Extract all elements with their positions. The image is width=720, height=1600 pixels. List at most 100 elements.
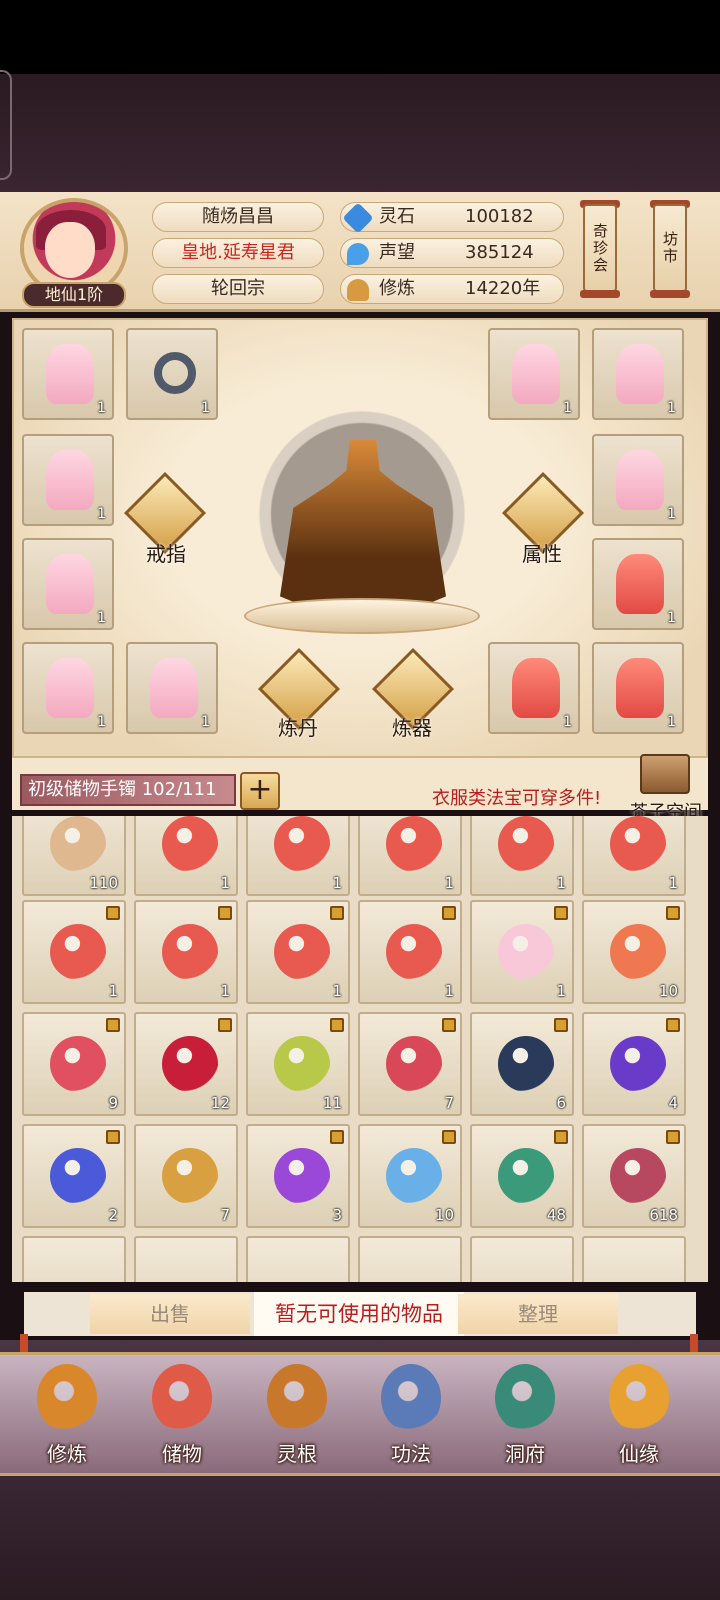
player-title[interactable]: 皇地.延寿星君 — [152, 238, 324, 268]
equip-hint: 衣服类法宝可穿多件! — [432, 788, 602, 809]
lock-icon — [666, 1018, 680, 1032]
meditation-icon — [37, 1364, 97, 1432]
sort-button[interactable]: 整理 — [458, 1294, 618, 1334]
slot-count: 1 — [201, 714, 210, 730]
stat-cultivation: 修炼 14220年 — [340, 274, 564, 304]
inventory-slot-empty[interactable] — [470, 1236, 574, 1282]
slot-count: 1 — [667, 610, 676, 626]
item-icon — [50, 924, 106, 980]
attribute-button-label[interactable]: 属性 — [522, 538, 562, 567]
inventory-slot[interactable]: 1 — [134, 816, 238, 896]
inventory-slot[interactable]: 1 — [22, 900, 126, 1004]
slot-count: 1 — [201, 400, 210, 416]
inventory-slot[interactable]: 3 — [246, 1124, 350, 1228]
nav-item-gourd[interactable]: 仙缘 — [584, 1360, 694, 1472]
sell-button[interactable]: 出售 — [90, 1294, 250, 1334]
inventory-slot[interactable]: 11 — [246, 1012, 350, 1116]
nav-label: 灵根 — [277, 1442, 317, 1466]
equip-slot[interactable]: 1 — [592, 328, 684, 420]
inventory-slot[interactable]: 1 — [470, 816, 574, 896]
inventory-slot[interactable]: 110 — [22, 816, 126, 896]
inventory-slot[interactable]: 12 — [134, 1012, 238, 1116]
lock-icon — [218, 906, 232, 920]
item-count: 10 — [434, 1206, 454, 1224]
equip-slot[interactable]: 1 — [22, 328, 114, 420]
treasure-hall-button[interactable]: 奇珍会 — [583, 204, 617, 292]
side-pull-tab[interactable] — [0, 70, 12, 180]
stat-value: 100182 — [465, 206, 534, 227]
inventory-grid[interactable]: 110 1 1 1 1 1 1 1 1 1 1 10 9 12 11 7 6 4 2 7 3 10 48 618 — [12, 816, 708, 1282]
player-sect[interactable]: 轮回宗 — [152, 274, 324, 304]
inventory-slot-empty[interactable] — [22, 1236, 126, 1282]
item-icon — [162, 816, 218, 872]
spirit-stone-icon — [342, 202, 374, 234]
equip-slot[interactable]: 1 — [488, 328, 580, 420]
lock-icon — [330, 906, 344, 920]
book-icon — [381, 1364, 441, 1432]
lock-icon — [106, 906, 120, 920]
equip-slot[interactable]: 1 — [22, 642, 114, 734]
equip-slot[interactable]: 1 — [22, 434, 114, 526]
item-icon — [274, 924, 330, 980]
equip-slot[interactable]: 1 — [126, 642, 218, 734]
inventory-slot[interactable]: 7 — [358, 1012, 462, 1116]
item-icon — [498, 816, 554, 872]
nav-item-cave-house[interactable]: 洞府 — [470, 1360, 580, 1472]
inventory-slot[interactable]: 1 — [470, 900, 574, 1004]
robe-icon — [46, 658, 94, 718]
ring-button-label[interactable]: 戒指 — [146, 538, 186, 567]
equip-slot[interactable]: 1 — [592, 538, 684, 630]
lock-icon — [106, 1130, 120, 1144]
item-icon — [50, 816, 106, 872]
nav-item-meditation[interactable]: 修炼 — [12, 1360, 122, 1472]
bag-name: 初级储物手镯 102/111 — [20, 774, 236, 806]
item-count: 618 — [649, 1206, 678, 1224]
inventory-slot[interactable]: 4 — [582, 1012, 686, 1116]
nav-item-bag[interactable]: 储物 — [127, 1360, 237, 1472]
inventory-slot-empty[interactable] — [246, 1236, 350, 1282]
item-count: 1 — [444, 874, 454, 892]
equip-slot[interactable]: 1 — [488, 642, 580, 734]
inventory-slot[interactable]: 1 — [358, 900, 462, 1004]
inventory-slot[interactable]: 2 — [22, 1124, 126, 1228]
lock-icon — [666, 906, 680, 920]
nav-item-book[interactable]: 功法 — [356, 1360, 466, 1472]
equip-slot[interactable]: 1 — [592, 434, 684, 526]
inventory-slot-empty[interactable] — [582, 1236, 686, 1282]
inventory-slot[interactable]: 7 — [134, 1124, 238, 1228]
inventory-slot[interactable]: 10 — [582, 900, 686, 1004]
prestige-icon — [347, 243, 369, 265]
inventory-slot[interactable]: 618 — [582, 1124, 686, 1228]
alchemy-button-label[interactable]: 炼丹 — [278, 712, 318, 741]
item-icon — [386, 1036, 442, 1092]
expand-bag-button[interactable]: + — [240, 772, 280, 810]
inventory-slot[interactable]: 48 — [470, 1124, 574, 1228]
item-count: 9 — [108, 1094, 118, 1112]
inventory-slot[interactable]: 9 — [22, 1012, 126, 1116]
equip-slot[interactable]: 1 — [592, 642, 684, 734]
stat-prestige: 声望 385124 — [340, 238, 564, 268]
inventory-slot-empty[interactable] — [134, 1236, 238, 1282]
lock-icon — [554, 906, 568, 920]
market-button[interactable]: 坊市 — [653, 204, 687, 292]
equip-slot[interactable]: 1 — [22, 538, 114, 630]
equip-slot-ring[interactable]: 1 — [126, 328, 218, 420]
inventory-slot[interactable]: 1 — [246, 816, 350, 896]
avatar-face — [45, 222, 95, 278]
item-count: 1 — [444, 982, 454, 1000]
inventory-slot[interactable]: 1 — [246, 900, 350, 1004]
cave-house-icon — [495, 1364, 555, 1432]
stat-value: 14220年 — [465, 278, 541, 299]
nav-item-spirit-root[interactable]: 灵根 — [242, 1360, 352, 1472]
inventory-slot-empty[interactable] — [358, 1236, 462, 1282]
forge-button-label[interactable]: 炼器 — [392, 712, 432, 741]
inventory-slot[interactable]: 6 — [470, 1012, 574, 1116]
player-rank: 地仙1阶 — [22, 282, 126, 308]
item-icon — [610, 1036, 666, 1092]
chest-icon[interactable] — [640, 754, 690, 794]
nav-label: 仙缘 — [619, 1442, 659, 1466]
inventory-slot[interactable]: 1 — [582, 816, 686, 896]
inventory-slot[interactable]: 1 — [358, 816, 462, 896]
inventory-slot[interactable]: 10 — [358, 1124, 462, 1228]
inventory-slot[interactable]: 1 — [134, 900, 238, 1004]
